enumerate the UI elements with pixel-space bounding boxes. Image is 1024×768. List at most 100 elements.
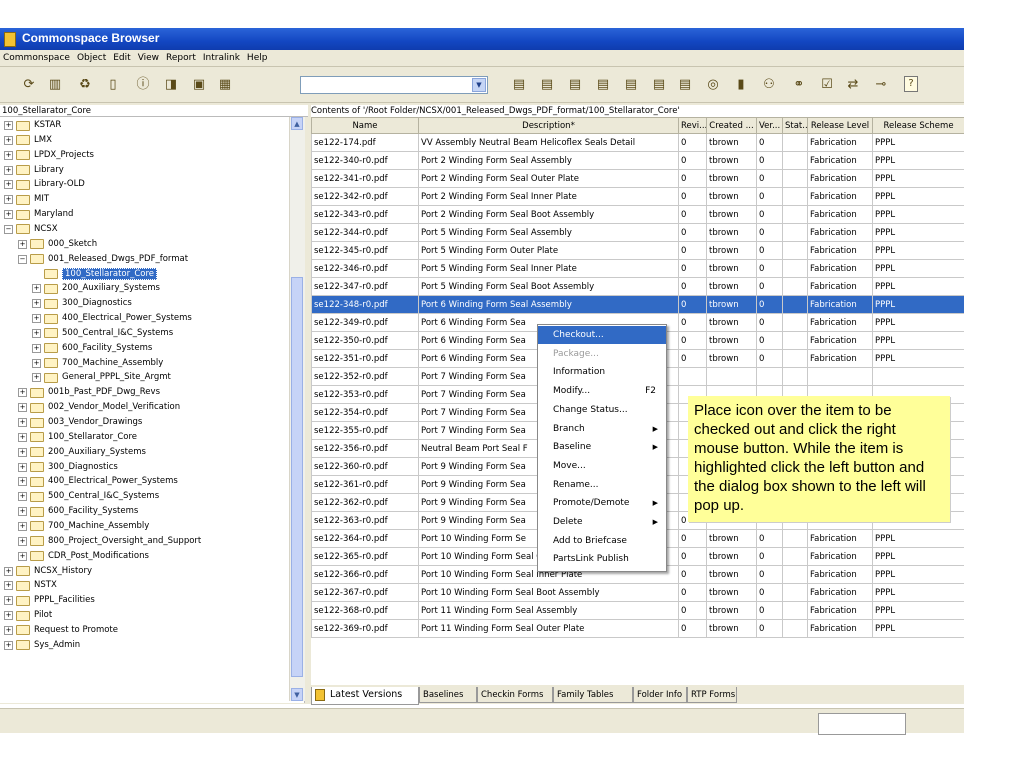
expand-icon[interactable]: + <box>32 299 41 309</box>
tree-item[interactable]: + LPDX_Projects <box>4 149 94 162</box>
column-header[interactable]: Created ... <box>706 117 757 134</box>
expand-icon[interactable]: + <box>4 596 13 606</box>
expand-icon[interactable]: + <box>32 328 41 338</box>
expand-icon[interactable]: + <box>4 121 13 130</box>
expand-icon[interactable]: + <box>18 551 27 561</box>
expand-icon[interactable]: + <box>18 477 27 487</box>
tab-baselines[interactable]: Baselines <box>419 687 477 703</box>
tree-item[interactable]: +500_Central_I&C_Systems <box>18 490 159 503</box>
tree-item[interactable]: +700_Machine_Assembly <box>18 520 149 533</box>
tree-item[interactable]: +001b_Past_PDF_Dwg_Revs <box>18 386 160 399</box>
expand-icon[interactable]: + <box>4 150 13 160</box>
menu-item-partslink-publish[interactable]: PartsLink Publish <box>538 550 666 568</box>
expand-icon[interactable]: + <box>18 462 27 472</box>
binoculars-icon[interactable]: ⚭ <box>790 76 808 94</box>
folder-list-icon[interactable]: ▤ <box>622 76 640 94</box>
folder-icon[interactable]: ▤ <box>510 76 528 94</box>
expand-icon[interactable]: + <box>4 180 13 190</box>
expand-icon[interactable]: + <box>18 536 27 546</box>
expand-icon[interactable]: + <box>18 521 27 531</box>
table-row[interactable]: se122-367-r0.pdf Port 10 Winding Form Sea… <box>311 583 964 602</box>
tree-item[interactable]: + NSTX <box>4 579 57 592</box>
expand-icon[interactable]: + <box>32 358 41 368</box>
tree-item[interactable]: + Pilot <box>4 609 52 622</box>
scroll-up-icon[interactable]: ▲ <box>291 117 303 130</box>
checkout-icon[interactable]: ◨ <box>162 76 180 94</box>
expand-icon[interactable]: + <box>32 373 41 383</box>
menu-object[interactable]: Object <box>74 50 110 65</box>
table-row[interactable]: se122-348-r0.pdf Port 6 Winding Form Seal… <box>311 295 964 314</box>
menu-item-checkout[interactable]: Checkout... <box>538 326 666 344</box>
folder-props-icon[interactable]: ▤ <box>650 76 668 94</box>
expand-icon[interactable]: + <box>4 566 13 576</box>
menu-item-delete[interactable]: Delete ▶ <box>538 513 666 531</box>
expand-icon[interactable]: + <box>18 432 27 442</box>
expand-icon[interactable]: − <box>18 254 27 264</box>
tree-item[interactable]: +100_Stellarator_Core <box>18 431 137 444</box>
tools-icon[interactable]: ▥ <box>46 76 64 94</box>
tree-item[interactable]: +300_Diagnostics <box>32 297 132 310</box>
column-header[interactable]: Release Scheme <box>872 117 964 134</box>
tree-item[interactable]: + Sys_Admin <box>4 639 80 652</box>
tree-item[interactable]: +200_Auxiliary_Systems <box>32 282 160 295</box>
expand-icon[interactable]: + <box>18 507 27 517</box>
expand-icon[interactable]: + <box>4 581 13 591</box>
tree-item[interactable]: +800_Project_Oversight_and_Support <box>18 535 201 548</box>
tree-item[interactable]: − NCSX <box>4 223 58 236</box>
expand-icon[interactable]: + <box>4 640 13 650</box>
tab-folder-info[interactable]: Folder Info <box>633 687 687 703</box>
briefcase-icon[interactable]: ▣ <box>190 76 208 94</box>
tree-item[interactable]: +003_Vendor_Drawings <box>18 416 142 429</box>
table-row[interactable]: se122-347-r0.pdf Port 5 Winding Form Seal… <box>311 277 964 296</box>
tree-item[interactable]: +200_Auxiliary_Systems <box>18 446 146 459</box>
menu-item-add-to-briefcase[interactable]: Add to Briefcase <box>538 532 666 550</box>
table-row[interactable]: se122-368-r0.pdf Port 11 Winding Form Sea… <box>311 601 964 620</box>
table-row[interactable]: se122-341-r0.pdf Port 2 Winding Form Seal… <box>311 169 964 188</box>
network-icon[interactable]: ⚇ <box>760 76 778 94</box>
table-row[interactable]: se122-340-r0.pdf Port 2 Winding Form Seal… <box>311 151 964 170</box>
table-row[interactable]: se122-345-r0.pdf Port 5 Winding Form Oute… <box>311 241 964 260</box>
bike-icon[interactable]: ♻ <box>76 76 94 94</box>
table-row[interactable]: se122-344-r0.pdf Port 5 Winding Form Seal… <box>311 223 964 242</box>
tab-rtp-forms[interactable]: RTP Forms <box>687 687 737 703</box>
expand-icon[interactable]: + <box>4 625 13 635</box>
column-header[interactable]: Description* <box>418 117 679 134</box>
table-row[interactable]: se122-342-r0.pdf Port 2 Winding Form Seal… <box>311 187 964 206</box>
tree-item[interactable]: + NCSX_History <box>4 565 92 578</box>
menu-report[interactable]: Report <box>163 50 200 65</box>
tree-item[interactable]: + LMX <box>4 134 52 147</box>
help-icon[interactable]: ? <box>904 76 918 92</box>
expand-icon[interactable]: + <box>32 284 41 294</box>
expand-icon[interactable]: + <box>18 492 27 502</box>
checklist-icon[interactable]: ☑ <box>818 76 836 94</box>
menu-intralink[interactable]: Intralink <box>200 50 244 65</box>
menu-item-branch[interactable]: Branch ▶ <box>538 420 666 438</box>
tree-item[interactable]: 100_Stellarator_Core <box>32 267 158 281</box>
tree-item[interactable]: +600_Facility_Systems <box>32 342 152 355</box>
expand-icon[interactable]: + <box>4 135 13 145</box>
column-header[interactable]: Ver... <box>756 117 783 134</box>
expand-icon[interactable]: + <box>32 314 41 324</box>
tab-latest-versions[interactable]: Latest Versions <box>311 687 419 705</box>
expand-icon[interactable]: + <box>18 388 27 398</box>
menu-item-modify[interactable]: Modify... F2 <box>538 382 666 400</box>
menu-item-package[interactable]: Package... <box>538 345 666 363</box>
menu-item-promote-demote[interactable]: Promote/Demote ▶ <box>538 494 666 512</box>
folder-tree-icon[interactable]: ▤ <box>676 76 694 94</box>
expand-icon[interactable]: + <box>4 195 13 205</box>
folder-browse-icon[interactable]: ◎ <box>704 76 722 94</box>
expand-icon[interactable]: + <box>18 418 27 427</box>
tree-item[interactable]: +400_Electrical_Power_Systems <box>32 312 192 325</box>
column-header[interactable]: Release Level <box>807 117 873 134</box>
tree-item[interactable]: +400_Electrical_Power_Systems <box>18 475 178 488</box>
menu-item-baseline[interactable]: Baseline ▶ <box>538 438 666 456</box>
key-icon[interactable]: ⊸ <box>872 76 890 94</box>
pane-icon[interactable]: ▯ <box>104 76 122 94</box>
tree-item[interactable]: +300_Diagnostics <box>18 461 118 474</box>
expand-icon[interactable]: − <box>4 224 13 234</box>
tree-item[interactable]: + KSTAR <box>4 119 61 132</box>
tree-item[interactable]: +700_Machine_Assembly <box>32 357 163 370</box>
book-icon[interactable]: ▮ <box>732 76 750 94</box>
tree-item[interactable]: + General_PPPL_Site_Argmt <box>32 371 171 384</box>
expand-icon[interactable]: + <box>4 165 13 175</box>
